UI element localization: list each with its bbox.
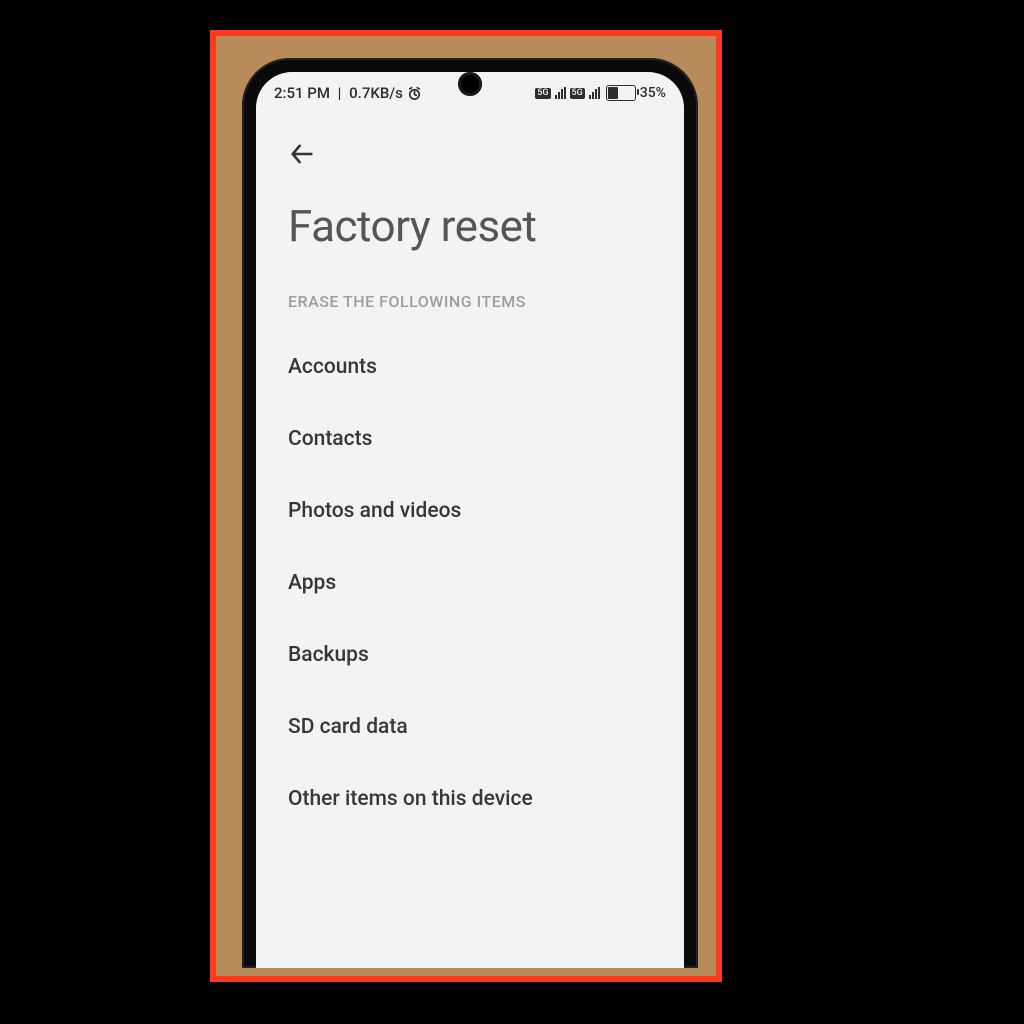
section-label: ERASE THE FOLLOWING ITEMS: [288, 292, 652, 311]
sim2-type-badge: 5G: [570, 88, 585, 99]
list-item-label: SD card data: [288, 715, 408, 739]
back-button[interactable]: [288, 136, 324, 172]
list-item-label: Accounts: [288, 355, 377, 379]
page-title: Factory reset: [288, 200, 652, 252]
list-item-label: Other items on this device: [288, 787, 533, 811]
list-item: Photos and videos: [288, 475, 652, 547]
list-item-label: Backups: [288, 643, 369, 667]
front-camera-hole: [458, 72, 482, 96]
photo-frame: 2:51 PM | 0.7KB/s 5G 5G: [210, 30, 722, 982]
sim1-type-badge: 5G: [535, 88, 550, 99]
list-item: Other items on this device: [288, 763, 652, 835]
list-item-label: Contacts: [288, 427, 372, 451]
settings-content: Factory reset ERASE THE FOLLOWING ITEMS …: [256, 120, 684, 968]
status-separator: |: [334, 84, 345, 102]
list-item: Apps: [288, 547, 652, 619]
arrow-left-icon: [288, 140, 316, 168]
alarm-icon: [407, 86, 422, 101]
list-item: Backups: [288, 619, 652, 691]
list-item: Contacts: [288, 403, 652, 475]
sim2-signal-icon: [589, 87, 600, 99]
list-item-label: Photos and videos: [288, 499, 461, 523]
status-bar-right: 5G 5G 35%: [535, 85, 666, 101]
list-item: Accounts: [288, 331, 652, 403]
list-item: SD card data: [288, 691, 652, 763]
status-time: 2:51 PM: [274, 84, 330, 102]
battery-percent: 35%: [640, 85, 666, 101]
status-network-speed: 0.7KB/s: [349, 84, 403, 102]
phone-screen: 2:51 PM | 0.7KB/s 5G 5G: [256, 72, 684, 968]
erase-items-list: Accounts Contacts Photos and videos Apps…: [288, 331, 652, 835]
phone-body: 2:51 PM | 0.7KB/s 5G 5G: [242, 58, 698, 968]
status-bar-left: 2:51 PM | 0.7KB/s: [274, 84, 422, 102]
list-item-label: Apps: [288, 571, 336, 595]
battery-icon: [606, 85, 636, 101]
sim1-signal-icon: [555, 87, 566, 99]
